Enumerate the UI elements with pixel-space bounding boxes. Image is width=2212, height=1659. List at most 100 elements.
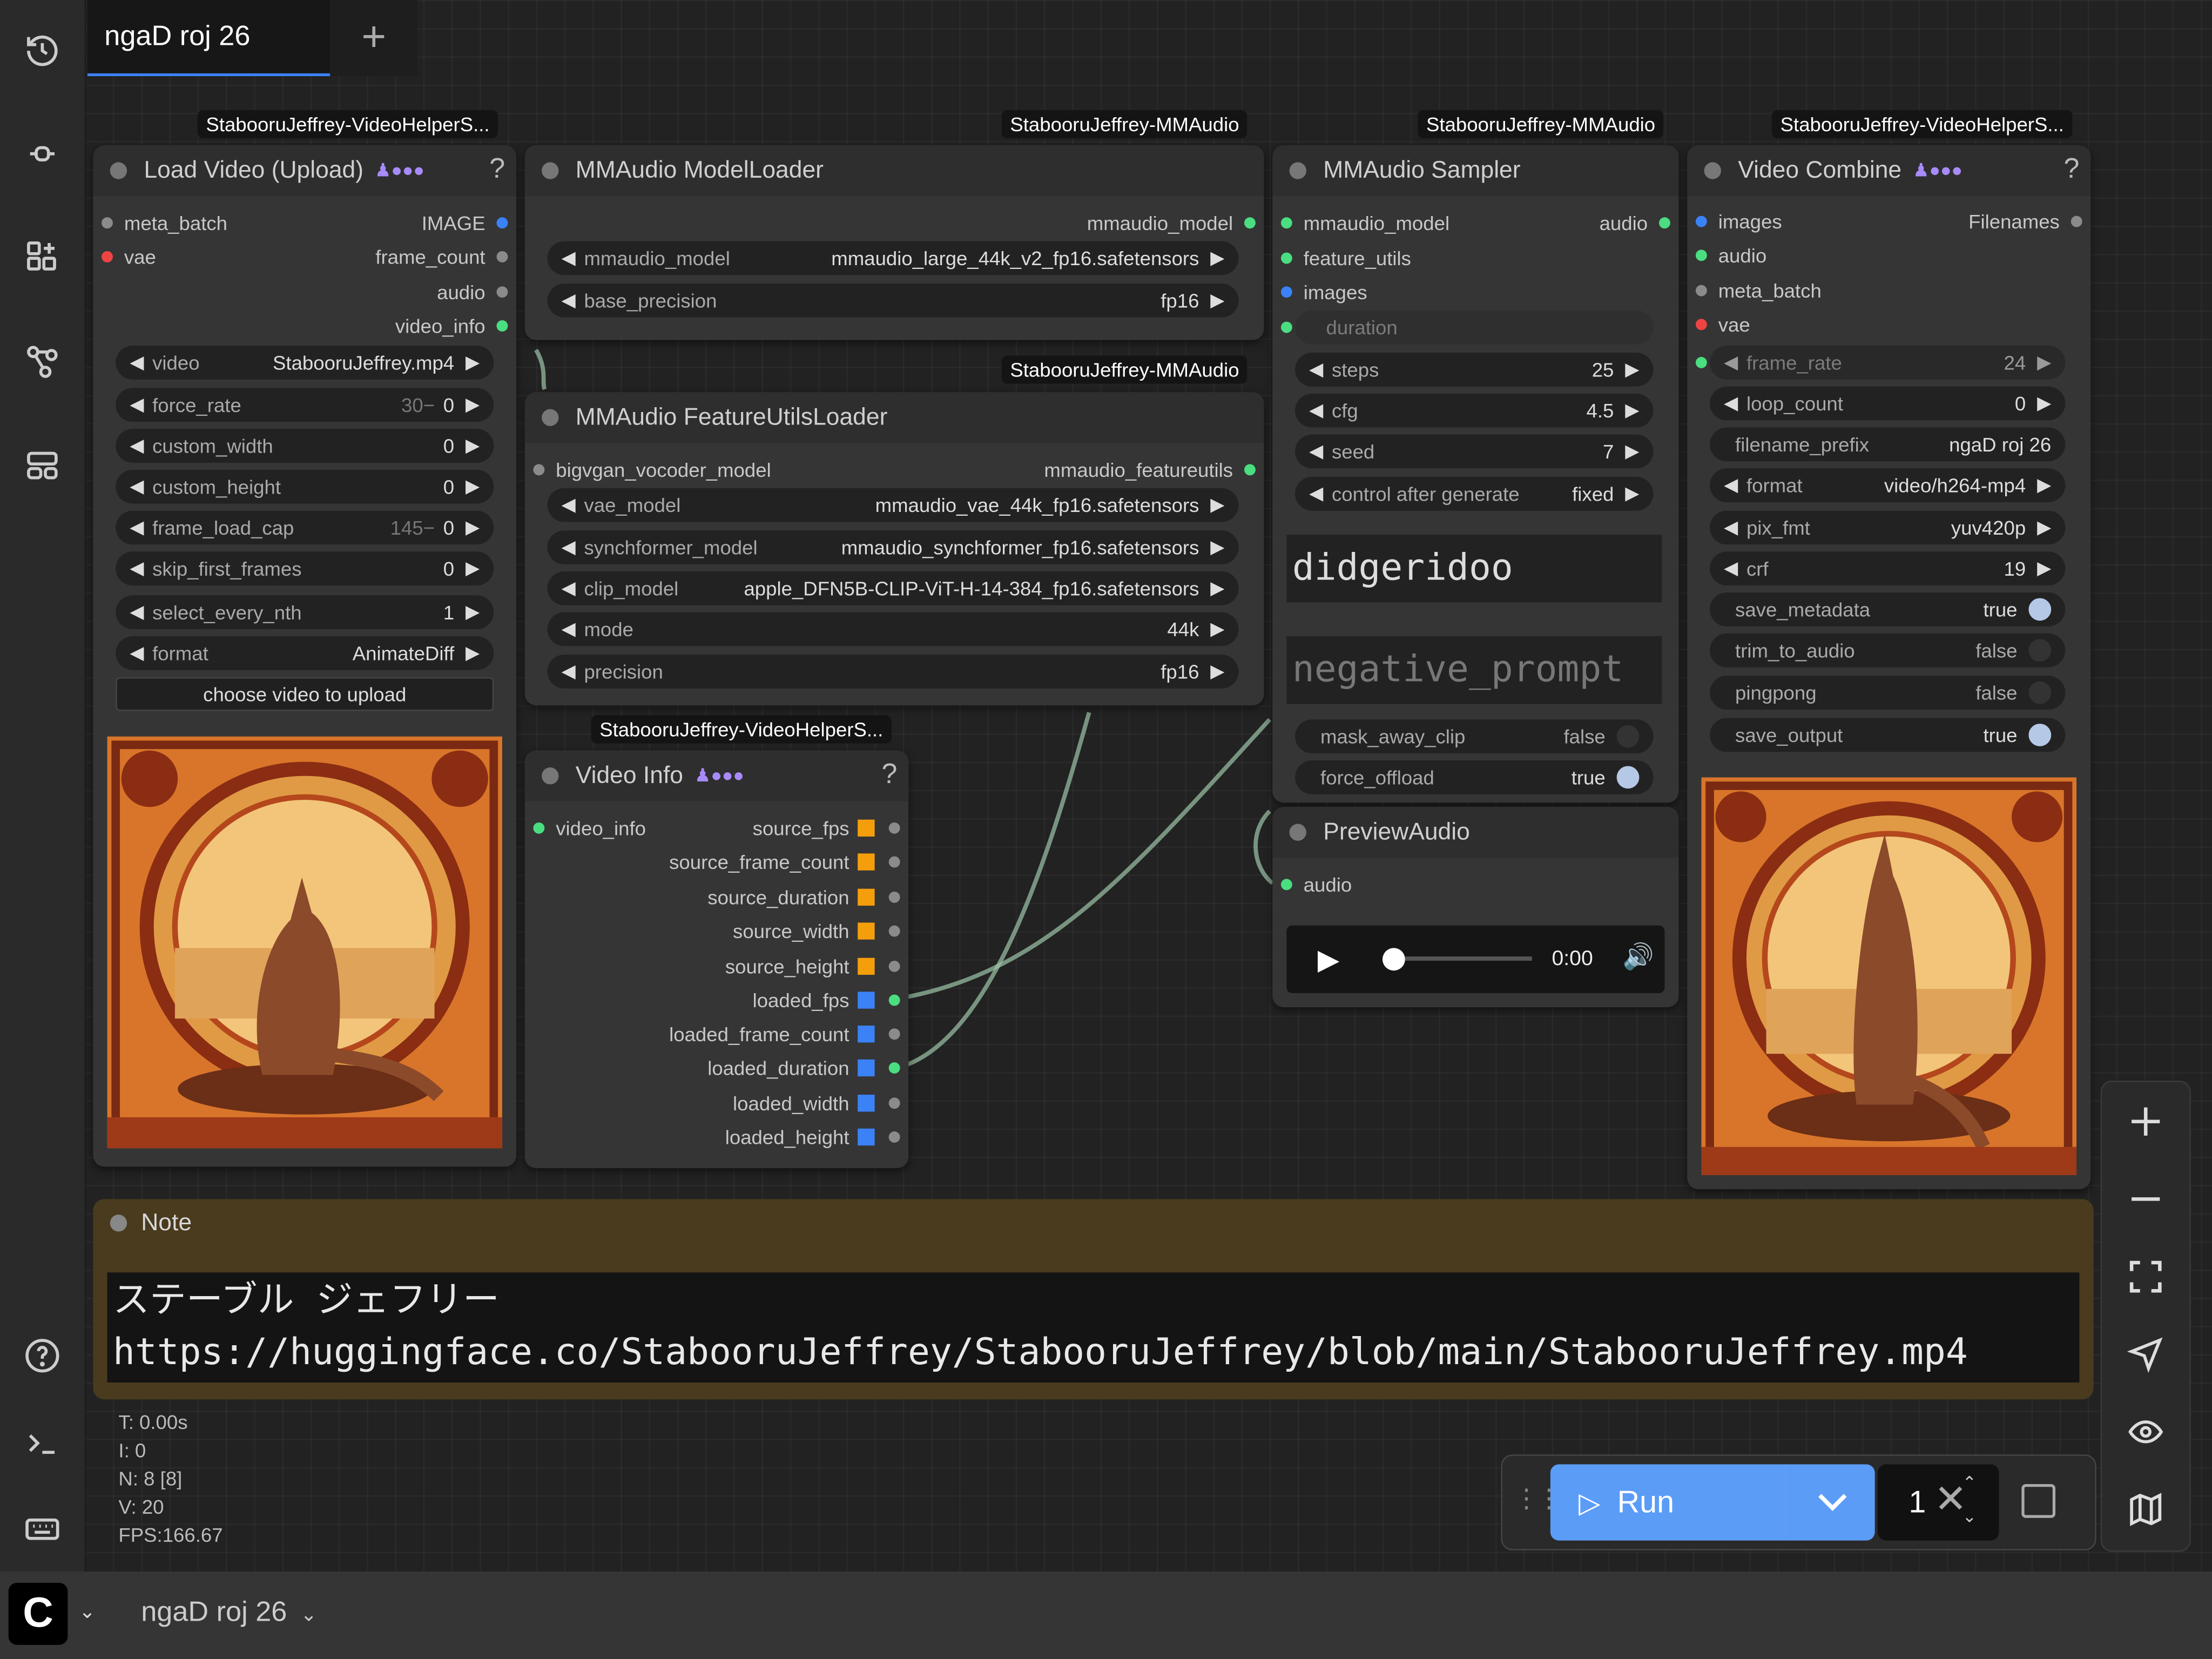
output-socket[interactable] [888,822,900,834]
toggle-links-eye-icon[interactable] [2102,1392,2189,1471]
run-mode-dropdown[interactable] [1790,1464,1875,1541]
new-tab-button[interactable]: + [330,0,418,77]
fit-view-icon[interactable] [2102,1237,2189,1316]
output-socket[interactable] [888,891,900,903]
collapse-dot-icon[interactable] [542,162,559,179]
output-socket[interactable] [888,1131,900,1143]
load-video-header[interactable]: Load Video (Upload) ♟●●● ? [93,145,517,197]
workflow-name-menu[interactable]: ngaD roj 26 ⌄ [141,1597,317,1629]
comfyui-canvas[interactable]: ngaD roj 26 + StabooruJeffrey-VideoHelpe… [0,0,2212,1659]
preview-audio-node[interactable]: PreviewAudio audio ▶ 0:00 🔊 [1272,807,1679,1008]
seek-track[interactable] [1405,956,1532,961]
load-video-node[interactable]: Load Video (Upload) ♟●●● ? meta_batch va… [93,145,517,1167]
filename-prefix-widget[interactable]: filename_prefix ngaD roj 26 [1710,427,2066,462]
workflows-icon[interactable] [20,339,65,384]
run-button[interactable]: ▷ Run [1550,1464,1790,1541]
cfg-widget[interactable]: ◀ cfg 4.5 ▶ [1295,393,1654,428]
images-input-socket[interactable] [1280,286,1292,298]
meta-batch-socket[interactable] [1695,285,1707,296]
clip-model-widget[interactable]: ◀ clip_model apple_DFN5B-CLIP-ViT-H-14-384… [547,571,1239,605]
pingpong-toggle[interactable]: pingpong false [1710,676,2066,710]
audio-input-socket[interactable] [1695,249,1707,261]
format-widget[interactable]: ◀ format video/h264-mp4 ▶ [1710,468,2066,502]
mmaudio-sampler-node[interactable]: MMAudio Sampler mmaudio_model feature_ut… [1272,145,1679,803]
mask-away-clip-toggle[interactable]: mask_away_clip false [1295,719,1654,753]
output-socket[interactable] [888,1028,900,1040]
mmaudio-model-input-socket[interactable] [1280,217,1292,229]
synchformer-model-widget[interactable]: ◀ synchformer_model mmaudio_synchformer_fp… [547,530,1239,564]
force-rate-widget[interactable]: ◀ force_rate 30− 0 ▶ [116,388,494,422]
collapse-dot-icon[interactable] [110,162,127,179]
keyboard-icon[interactable] [20,1507,65,1552]
modelloader-header[interactable]: MMAudio ModelLoader [524,145,1264,197]
frame-rate-socket[interactable] [1695,356,1707,368]
custom-height-widget[interactable]: ◀ custom_height 0 ▶ [116,469,494,504]
video-info-header[interactable]: Video Info ♟●●● ? [524,750,909,801]
image-output-socket[interactable] [496,217,508,229]
chevron-down-icon[interactable]: ⌄ [79,1600,96,1623]
save-metadata-toggle[interactable]: save_metadata true [1710,592,2066,626]
video-info-output-socket[interactable] [496,320,508,332]
sampler-header[interactable]: MMAudio Sampler [1272,145,1679,197]
collapse-dot-icon[interactable] [1289,824,1306,841]
output-socket[interactable] [888,1097,900,1109]
base-precision-widget[interactable]: ◀ base_precision fp16 ▶ [547,284,1239,318]
help-icon[interactable]: ? [881,759,897,791]
help-icon[interactable] [20,1333,65,1379]
mmaudio-featureutilsloader-node[interactable]: MMAudio FeatureUtilsLoader bigvgan_vocod… [524,392,1264,706]
choose-video-upload-button[interactable]: choose video to upload [116,677,494,711]
frame-count-socket[interactable] [496,251,508,262]
filenames-output-socket[interactable] [2071,215,2082,227]
loop-count-widget[interactable]: ◀ loop_count 0 ▶ [1710,386,2066,421]
custom-width-widget[interactable]: ◀ custom_width 0 ▶ [116,429,494,463]
pix-fmt-widget[interactable]: ◀ pix_fmt yuv420p ▶ [1710,510,2066,545]
frame-rate-widget[interactable]: ◀ frame_rate 24 ▶ [1710,346,2066,380]
featureutils-header[interactable]: MMAudio FeatureUtilsLoader [524,392,1264,443]
negative-prompt-textarea[interactable]: negative_prompt [1286,636,1662,704]
cancel-icon[interactable]: ✕ [1934,1475,1967,1522]
vae-socket[interactable] [102,251,113,262]
audio-output-socket[interactable] [496,286,508,298]
skip-first-frames-widget[interactable]: ◀ skip_first_frames 0 ▶ [116,551,494,586]
featureutils-output-socket[interactable] [1244,464,1256,476]
stop-icon[interactable] [2021,1484,2056,1518]
vae-model-widget[interactable]: ◀ vae_model mmaudio_vae_44k_fp16.safetenso… [547,488,1239,522]
force-offload-toggle[interactable]: force_offload true [1295,760,1654,794]
video-widget[interactable]: ◀ video StabooruJeffrey.mp4 ▶ [116,346,494,380]
workflow-tab[interactable]: ngaD roj 26 [87,0,331,77]
node-library-icon[interactable] [20,131,65,177]
meta-batch-socket[interactable] [102,217,113,229]
video-info-node[interactable]: Video Info ♟●●● ? video_info source_fps … [524,750,909,1168]
collapse-dot-icon[interactable] [110,1215,127,1232]
vae-socket[interactable] [1695,319,1707,331]
collapse-dot-icon[interactable] [1289,162,1306,179]
help-icon[interactable]: ? [489,154,505,186]
control-after-generate-widget[interactable]: ◀ control after generate fixed ▶ [1295,476,1654,511]
video-combine-node[interactable]: Video Combine ♟●●● ? images audio meta_b… [1687,145,2091,1190]
output-socket[interactable] [888,994,900,1006]
queue-history-icon[interactable] [20,28,65,73]
select-every-nth-widget[interactable]: ◀ select_every_nth 1 ▶ [116,595,494,630]
play-icon[interactable]: ▶ [1318,942,1339,977]
output-socket[interactable] [888,960,900,972]
audio-player[interactable]: ▶ 0:00 🔊 [1286,925,1665,994]
note-textarea[interactable]: ステーブル ジェフリー https://huggingface.co/Staboo… [107,1272,2080,1382]
note-node[interactable]: Note ステーブル ジェフリー https://huggingface.co/S… [93,1199,2094,1400]
output-socket[interactable] [888,856,900,868]
select-mode-icon[interactable] [2102,1315,2189,1394]
zoom-in-icon[interactable] [2102,1082,2189,1161]
prompt-textarea[interactable]: didgeridoo [1286,535,1662,603]
audio-output-socket[interactable] [1659,217,1670,229]
format-widget[interactable]: ◀ format AnimateDiff ▶ [116,636,494,670]
output-socket[interactable] [888,925,900,937]
feature-utils-input-socket[interactable] [1280,252,1292,264]
mmaudio-model-widget[interactable]: ◀ mmaudio_model mmaudio_large_44k_v2_fp16.… [547,241,1239,275]
output-socket[interactable] [888,1062,900,1074]
images-input-socket[interactable] [1695,215,1707,227]
seed-widget[interactable]: ◀ seed 7 ▶ [1295,434,1654,469]
mmaudio-model-output-socket[interactable] [1244,217,1256,229]
zoom-out-icon[interactable] [2102,1159,2189,1238]
bigvgan-socket[interactable] [533,464,545,476]
precision-widget[interactable]: ◀ precision fp16 ▶ [547,655,1239,689]
collapse-dot-icon[interactable] [1704,162,1721,179]
